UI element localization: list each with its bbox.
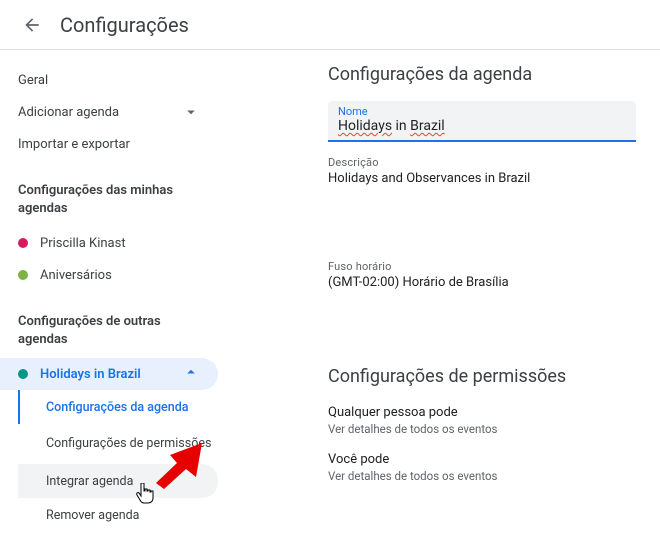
sidebar-item-label: Holidays in Brazil — [40, 367, 141, 382]
agenda-name-label: Nome — [338, 105, 626, 118]
sidebar-calendar-birthdays[interactable]: Aniversários — [0, 259, 218, 291]
settings-content: Configurações da agenda Nome Holidays in… — [218, 50, 660, 534]
input-focus-underline — [328, 140, 636, 142]
permission-who: Qualquer pessoa pode — [328, 405, 636, 420]
agenda-description: Descrição Holidays and Observances in Br… — [328, 156, 636, 186]
sidebar-item-label: Configurações de permissões — [46, 436, 211, 452]
permission-what: Ver detalhes de todos os eventos — [328, 422, 636, 436]
sidebar-subitem-permissions[interactable]: Configurações de permissões — [18, 424, 218, 464]
settings-sidebar: Geral Adicionar agenda Importar e export… — [0, 50, 218, 534]
calendar-color-dot — [18, 369, 28, 379]
sidebar-item-label: Geral — [18, 73, 48, 88]
back-button[interactable] — [12, 5, 52, 45]
agenda-timezone: Fuso horário (GMT-02:00) Horário de Bras… — [328, 260, 636, 290]
sidebar-section-my-calendars: Configurações das minhas agendas — [0, 182, 218, 217]
settings-header: Configurações — [0, 0, 660, 50]
arrow-left-icon — [22, 15, 42, 35]
permission-row-anyone: Qualquer pessoa pode Ver detalhes de tod… — [328, 405, 636, 436]
permission-row-you: Você pode Ver detalhes de todos os event… — [328, 452, 636, 483]
sidebar-item-label: Remover agenda — [46, 508, 139, 523]
sidebar-item-label: Integrar agenda — [46, 474, 133, 489]
sidebar-section-other-calendars: Configurações de outras agendas — [0, 313, 218, 348]
agenda-name-input[interactable]: Holidays in Brazil — [338, 118, 626, 134]
sidebar-item-label: Configurações da agenda — [46, 400, 189, 415]
calendar-color-dot — [18, 238, 28, 248]
permission-what: Ver detalhes de todos os eventos — [328, 469, 636, 483]
sidebar-item-label: Adicionar agenda — [18, 105, 119, 120]
permissions-title: Configurações de permissões — [328, 366, 636, 387]
sidebar-item-label: Aniversários — [40, 268, 112, 283]
sidebar-calendar-priscilla[interactable]: Priscilla Kinast — [0, 227, 218, 259]
sidebar-item-general[interactable]: Geral — [0, 64, 218, 96]
permission-who: Você pode — [328, 452, 636, 467]
sidebar-calendar-holidays-brazil[interactable]: Holidays in Brazil — [0, 358, 218, 390]
sidebar-item-import-export[interactable]: Importar e exportar — [0, 128, 218, 160]
agenda-description-value: Holidays and Observances in Brazil — [328, 171, 636, 186]
permissions-section: Configurações de permissões Qualquer pes… — [328, 366, 636, 483]
page-title: Configurações — [60, 13, 189, 37]
agenda-name-field[interactable]: Nome Holidays in Brazil — [328, 101, 636, 140]
chevron-down-icon — [182, 103, 200, 121]
calendar-color-dot — [18, 270, 28, 280]
sidebar-subitem-integrate[interactable]: Integrar agenda — [18, 464, 218, 498]
sidebar-item-label: Priscilla Kinast — [40, 236, 126, 251]
agenda-settings-title: Configurações da agenda — [328, 64, 636, 85]
agenda-timezone-label: Fuso horário — [328, 260, 636, 273]
sidebar-item-label: Importar e exportar — [18, 137, 130, 152]
agenda-description-label: Descrição — [328, 156, 636, 169]
chevron-up-icon — [182, 363, 200, 385]
sidebar-subitem-agenda-settings[interactable]: Configurações da agenda — [18, 390, 218, 424]
sidebar-subitem-remove[interactable]: Remover agenda — [18, 498, 218, 532]
agenda-timezone-value: (GMT-02:00) Horário de Brasília — [328, 275, 636, 290]
sidebar-item-add-calendar[interactable]: Adicionar agenda — [0, 96, 218, 128]
